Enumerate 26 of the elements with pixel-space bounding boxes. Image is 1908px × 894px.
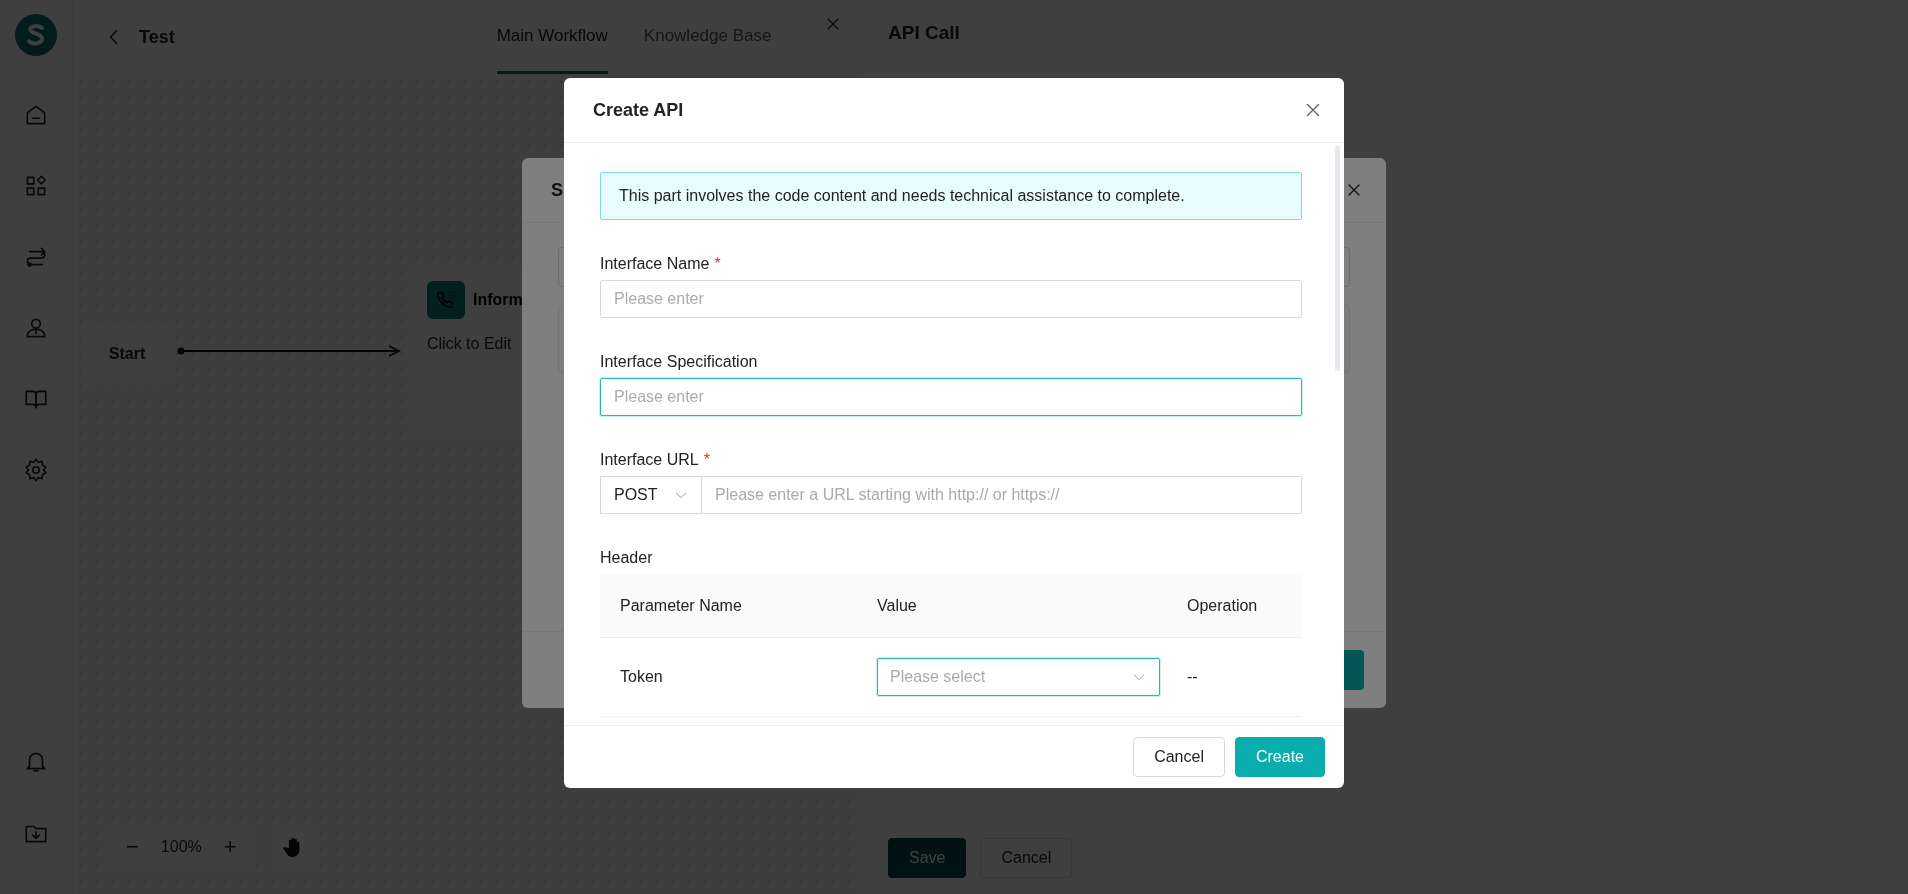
cancel-button[interactable]: Cancel (1133, 737, 1225, 777)
table-cell-text: -- (1186, 668, 1199, 686)
settings-icon[interactable] (23, 457, 49, 483)
logo-icon (15, 14, 57, 56)
dialog-title: Create API (593, 99, 684, 121)
text-input[interactable]: Please enter (600, 280, 1302, 318)
primary-button[interactable]: Create (1234, 737, 1325, 777)
required-asterisk: * (703, 451, 710, 469)
zoom-in-button[interactable]: + (223, 834, 237, 860)
text-input[interactable]: Please enter (600, 378, 1302, 416)
dialog-title: S (551, 179, 563, 201)
table-cell-text: Token (619, 668, 664, 686)
value-select[interactable]: Please select (877, 658, 1160, 696)
method-select[interactable]: POST (600, 476, 702, 514)
url-input[interactable]: Please enter a URL starting with http:// or https:// (702, 476, 1302, 514)
info-alert: This part involves the code content and needs technical assistance to complete. (600, 172, 1302, 220)
column-header: Parameter Name (619, 596, 743, 615)
column-header: Operation (1186, 596, 1259, 615)
phone-icon (427, 281, 465, 319)
column-header: Value (876, 596, 918, 615)
node-title: Inform (473, 291, 523, 309)
scrollbar[interactable] (1335, 145, 1340, 371)
zoom-out-button[interactable]: − (126, 834, 139, 860)
required-asterisk: * (714, 255, 721, 273)
field-label: Interface URL (600, 451, 699, 469)
section-label: Header (600, 549, 653, 567)
